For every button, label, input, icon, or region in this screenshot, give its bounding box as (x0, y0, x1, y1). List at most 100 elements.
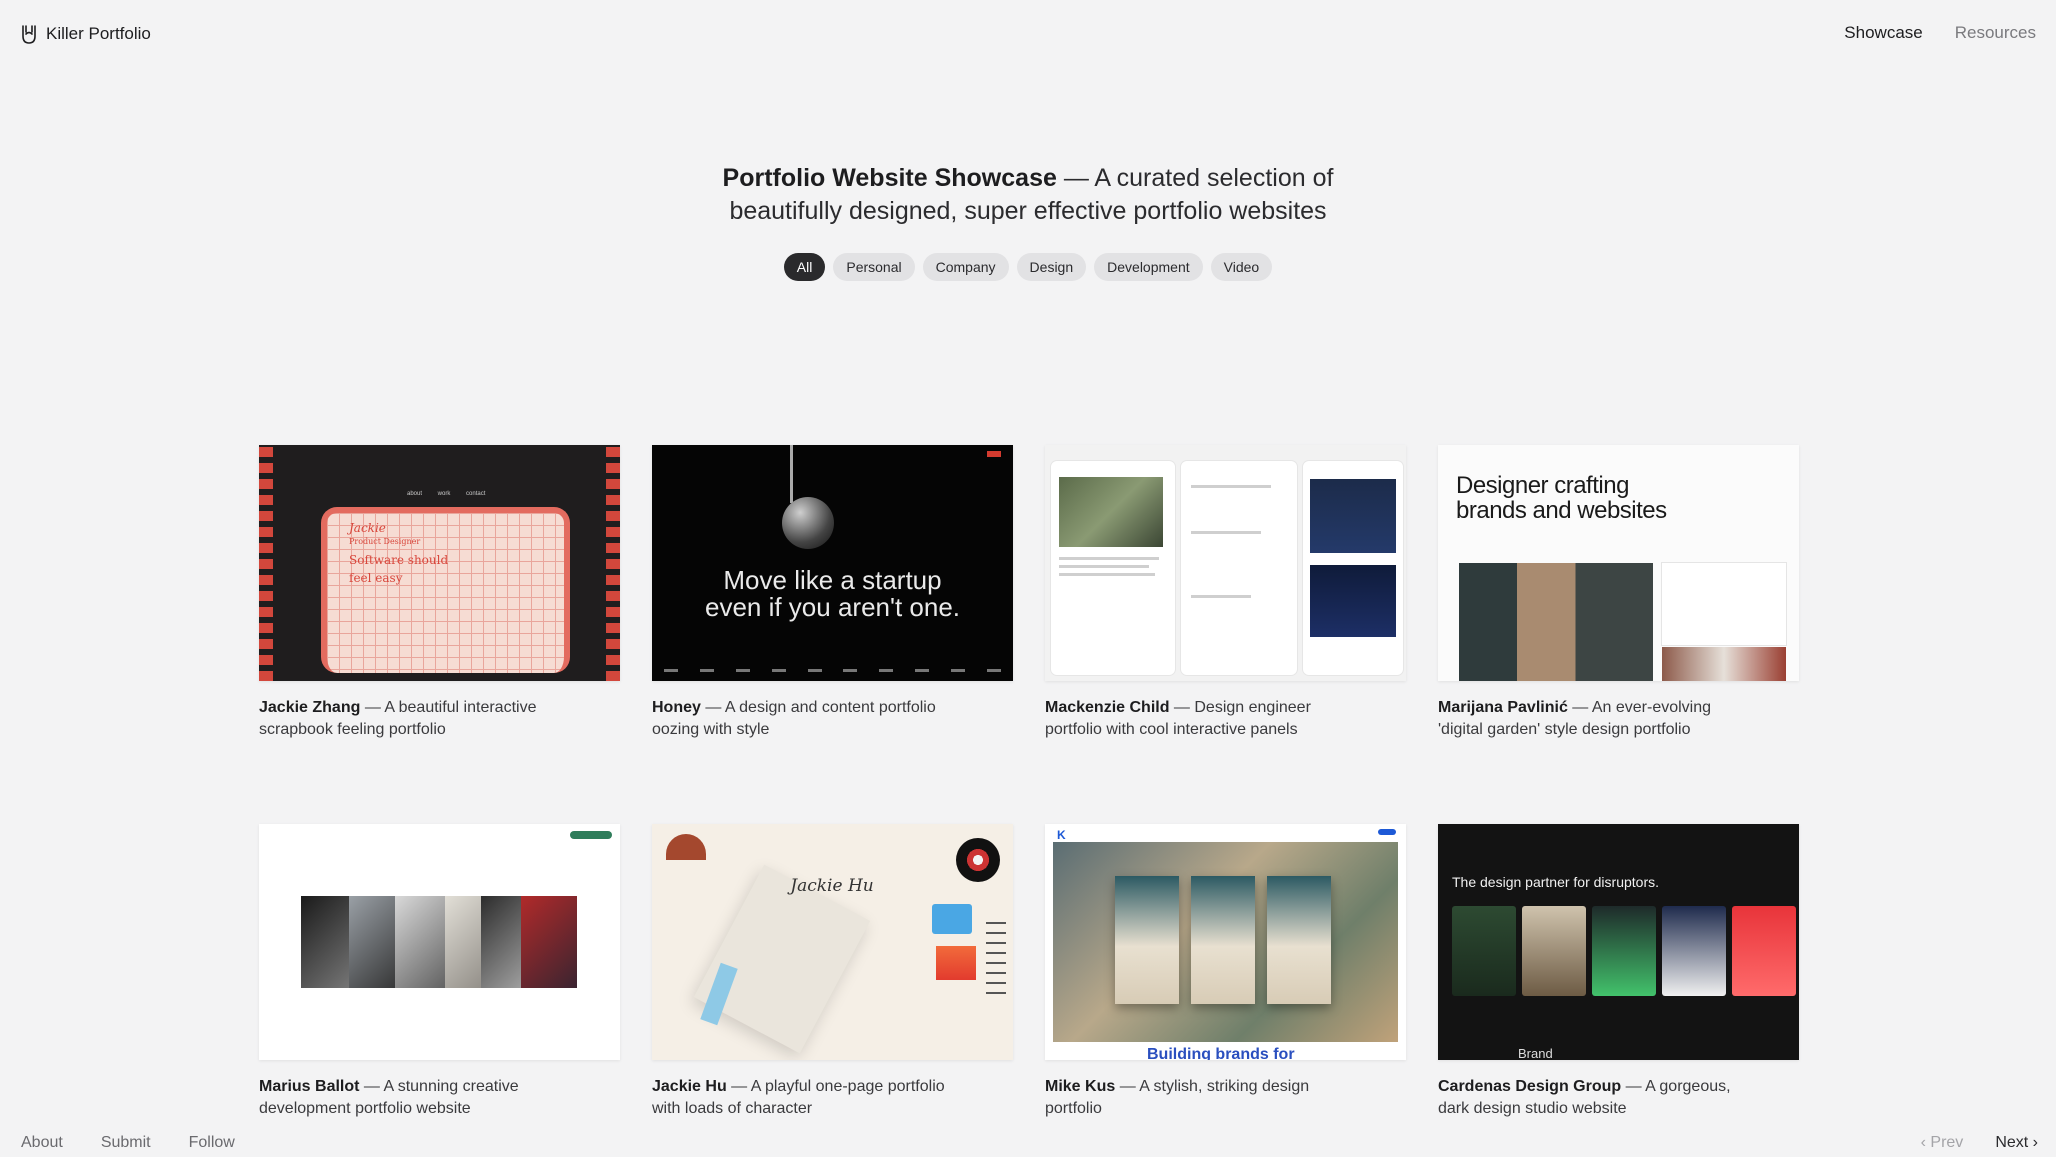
travel-card-image (1115, 876, 1179, 1004)
color-swatch-image (936, 946, 976, 980)
drip-line (790, 445, 793, 503)
top-bar: Killer Portfolio Showcase Resources (0, 0, 2056, 70)
portfolio-card[interactable]: K Building brands for Mike Kus — A styli… (1045, 824, 1406, 1120)
card-title: Cardenas Design Group (1438, 1078, 1622, 1095)
hero-subtitle-part2: beautifully designed, super effective po… (729, 197, 1327, 225)
card-title: Marius Ballot (259, 1078, 360, 1095)
portfolio-card[interactable]: Designer crafting brands and websites Ma… (1438, 445, 1799, 741)
project-tile-image (1452, 906, 1516, 996)
card-thumbnail[interactable] (259, 824, 620, 1060)
chevron-left-icon: ‹ (1920, 1134, 1931, 1151)
card-caption: Mackenzie Child — Design engineer portfo… (1045, 697, 1345, 741)
folder-icon (932, 904, 972, 934)
nav-showcase[interactable]: Showcase (1844, 23, 1922, 43)
rock-hand-icon (22, 25, 36, 44)
card-thumbnail[interactable]: Jackie Hu (652, 824, 1013, 1060)
thumb-text: Software should (349, 553, 449, 567)
filter-company[interactable]: Company (922, 253, 1009, 281)
thumb-text: Designer crafting (1456, 472, 1629, 499)
card-title: Marijana Pavlinić (1438, 699, 1568, 716)
thumb-text-line (1191, 595, 1251, 598)
video-thumbnail (1310, 479, 1396, 553)
travel-card-image (1191, 876, 1255, 1004)
footer-submit-link[interactable]: Submit (101, 1134, 151, 1152)
filter-video[interactable]: Video (1210, 253, 1273, 281)
card-title: Mackenzie Child (1045, 699, 1170, 716)
portrait-image (1059, 477, 1163, 547)
thumb-image-strip (1662, 647, 1786, 681)
card-title: Honey (652, 699, 701, 716)
thumb-cta-pill (1378, 829, 1396, 835)
video-thumbnail (1310, 565, 1396, 637)
next-label: Next (1995, 1134, 2029, 1151)
thumb-badge (987, 451, 1001, 457)
thumb-headline: Designer crafting brands and websites (1456, 473, 1667, 523)
chevron-right-icon: › (2028, 1134, 2038, 1151)
card-thumbnail[interactable] (1045, 445, 1406, 681)
prev-label: Prev (1930, 1134, 1964, 1151)
filter-design[interactable]: Design (1016, 253, 1087, 281)
project-tile-image (1592, 906, 1656, 996)
footer-follow-link[interactable]: Follow (189, 1134, 235, 1152)
thumb-list-panel (1662, 563, 1786, 645)
thumb-panel (1181, 461, 1297, 675)
main-nav: Showcase Resources (1844, 23, 2036, 43)
next-page-link[interactable]: Next › (1995, 1134, 2038, 1152)
card-caption: Jackie Zhang — A beautiful interactive s… (259, 697, 559, 741)
project-tile-image (1732, 906, 1796, 996)
gallery-image (521, 896, 577, 988)
decorative-pattern (259, 445, 273, 681)
scrapbook-board: Jackie Product Designer Software should … (321, 507, 570, 673)
thumb-text-line (1059, 573, 1155, 576)
filter-all[interactable]: All (783, 253, 826, 281)
card-thumbnail[interactable]: Move like a startup even if you aren't o… (652, 445, 1013, 681)
card-caption: Marijana Pavlinić — An ever-evolving 'di… (1438, 697, 1738, 741)
thumb-signature: Jackie Hu (790, 876, 874, 896)
footer-about-link[interactable]: About (21, 1134, 63, 1152)
pagination: ‹ Prev Next › (1921, 1134, 2038, 1152)
portfolio-card[interactable]: Marius Ballot — A stunning creative deve… (259, 824, 620, 1120)
footer-links: About Submit Follow (21, 1134, 235, 1152)
portfolio-card[interactable]: Mackenzie Child — Design engineer portfo… (1045, 445, 1406, 741)
hero-heading: Portfolio Website Showcase — A curated s… (0, 162, 2056, 228)
honey-dipper-image (782, 497, 834, 549)
card-title: Jackie Hu (652, 1078, 727, 1095)
card-title: Jackie Zhang (259, 699, 361, 716)
portfolio-card[interactable]: Move like a startup even if you aren't o… (652, 445, 1013, 741)
lamp-image (666, 834, 706, 860)
brand-link[interactable]: Killer Portfolio (20, 22, 151, 46)
thumb-text: Brand (1518, 1046, 1553, 1060)
vinyl-record-image (956, 838, 1000, 882)
thumb-text-line (1059, 565, 1149, 568)
filter-development[interactable]: Development (1094, 253, 1203, 281)
thumb-text-line (1191, 531, 1261, 534)
thumb-nav-text: about work contact (407, 491, 486, 497)
portfolio-card[interactable]: about work contact Jackie Product Design… (259, 445, 620, 741)
card-thumbnail[interactable]: about work contact Jackie Product Design… (259, 445, 620, 681)
portfolio-card[interactable]: The design partner for disruptors. Brand… (1438, 824, 1799, 1120)
thumb-headline: Building brands for (1147, 1046, 1295, 1060)
card-caption: Cardenas Design Group — A gorgeous, dark… (1438, 1076, 1738, 1120)
filter-chips: All Personal Company Design Development … (0, 253, 2056, 281)
card-thumbnail[interactable]: The design partner for disruptors. Brand (1438, 824, 1799, 1060)
tool-strip-image (986, 914, 1006, 994)
thumb-text-line (1191, 485, 1271, 488)
travel-card-image (1267, 876, 1331, 1004)
brand-name: Killer Portfolio (46, 24, 151, 43)
card-thumbnail[interactable]: K Building brands for (1045, 824, 1406, 1060)
thumb-text-line (1059, 557, 1159, 560)
portfolio-card[interactable]: Jackie Hu Jackie Hu — A playful one-page… (652, 824, 1013, 1120)
decorative-pattern (606, 445, 620, 681)
filter-personal[interactable]: Personal (833, 253, 915, 281)
nav-resources[interactable]: Resources (1955, 23, 2036, 43)
thumb-text: brands and websites (1456, 497, 1667, 524)
thumb-headline: Move like a startup even if you aren't o… (652, 567, 1013, 621)
thumb-cta-pill (570, 831, 612, 839)
card-caption: Jackie Hu — A playful one-page portfolio… (652, 1076, 952, 1120)
portrait-image (1459, 563, 1653, 681)
thumb-tabs (664, 669, 1001, 675)
card-title: Mike Kus (1045, 1078, 1116, 1095)
thumb-text: feel easy (349, 571, 403, 585)
prev-page-link[interactable]: ‹ Prev (1921, 1134, 1964, 1152)
card-thumbnail[interactable]: Designer crafting brands and websites (1438, 445, 1799, 681)
